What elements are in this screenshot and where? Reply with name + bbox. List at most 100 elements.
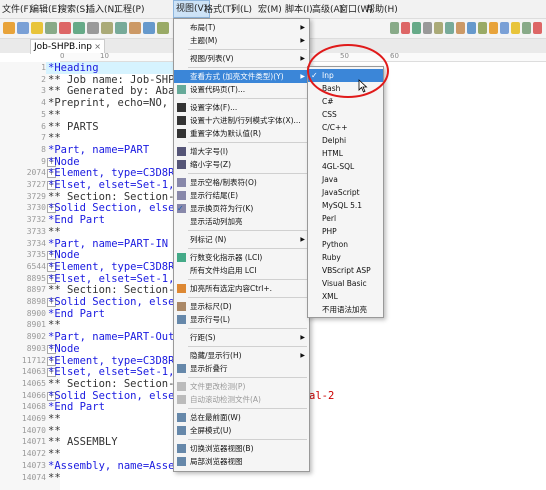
view-menu-item[interactable]: 切换浏览器视图(B) bbox=[174, 442, 309, 455]
view-menu-item[interactable]: 全屏模式(U) bbox=[174, 424, 309, 437]
view-menu-item[interactable]: 显示活动列加亮 bbox=[174, 215, 309, 228]
toolbar-icon[interactable] bbox=[45, 22, 57, 34]
menu-item[interactable]: 帮助(H) bbox=[366, 2, 398, 15]
view-menu-item[interactable]: 加亮所有选定内容Ctrl+. bbox=[174, 282, 309, 295]
submenu-item[interactable]: HTML bbox=[308, 147, 383, 160]
menu-item[interactable]: 脚本(I) bbox=[285, 2, 313, 15]
toolbar-icon[interactable] bbox=[478, 22, 487, 34]
menu-item[interactable]: 格式(T) bbox=[204, 2, 235, 15]
view-menu-item[interactable]: 显示行号(L) bbox=[174, 313, 309, 326]
submenu-item[interactable]: PHP bbox=[308, 225, 383, 238]
view-menu-item[interactable]: 设置十六进制/行列模式字体(X)... bbox=[174, 114, 309, 127]
submenu-item[interactable]: MySQL 5.1 bbox=[308, 199, 383, 212]
view-menu-item[interactable]: 增大字号(I) bbox=[174, 145, 309, 158]
code-line: *Heading bbox=[48, 62, 99, 74]
menu-item[interactable]: 工程(P) bbox=[114, 2, 144, 15]
line-number: 3729 bbox=[26, 191, 46, 201]
submenu-item[interactable]: Perl bbox=[308, 212, 383, 225]
toolbar-icon[interactable] bbox=[445, 22, 454, 34]
submenu-item[interactable]: Delphi bbox=[308, 134, 383, 147]
view-menu-item[interactable]: 显示折叠行 bbox=[174, 362, 309, 375]
toolbar-icon[interactable] bbox=[489, 22, 498, 34]
chevron-right-icon: ▶ bbox=[300, 352, 305, 359]
submenu-item[interactable]: Visual Basic bbox=[308, 277, 383, 290]
view-menu-item[interactable]: 显示行结尾(E) bbox=[174, 189, 309, 202]
menu-item-icon bbox=[177, 302, 186, 311]
view-menu-item[interactable]: 显示空格/制表符(O) bbox=[174, 176, 309, 189]
view-menu-item[interactable]: 局部浏览器视图 bbox=[174, 455, 309, 468]
submenu-item-label: Python bbox=[322, 240, 348, 249]
view-menu-item[interactable]: 设置字体(F)... bbox=[174, 101, 309, 114]
toolbar-icon[interactable] bbox=[129, 22, 141, 34]
submenu-item[interactable]: XML bbox=[308, 290, 383, 303]
submenu-item[interactable]: 4GL-SQL bbox=[308, 160, 383, 173]
toolbar-icon[interactable] bbox=[412, 22, 421, 34]
toolbar-icon[interactable] bbox=[456, 22, 465, 34]
menu-item-label: 显示换页符为行(K) bbox=[190, 204, 254, 213]
view-menu-item[interactable]: 视图/列表(V) ▶ bbox=[174, 52, 309, 65]
submenu-item[interactable]: 不用语法加亮 bbox=[308, 303, 383, 316]
toolbar-icon[interactable] bbox=[73, 22, 85, 34]
view-menu-item[interactable]: 所有文件均启用 LCI bbox=[174, 264, 309, 277]
toolbar-icon[interactable] bbox=[17, 22, 29, 34]
toolbar-icon[interactable] bbox=[59, 22, 71, 34]
menu-item-label: 主题(M) bbox=[190, 36, 218, 45]
view-menu-item[interactable]: 缩小字号(Z) bbox=[174, 158, 309, 171]
toolbar-icon[interactable] bbox=[533, 22, 542, 34]
submenu-item[interactable]: JavaScript bbox=[308, 186, 383, 199]
submenu-item[interactable]: Java bbox=[308, 173, 383, 186]
view-menu-item[interactable]: 列标记 (N) ▶ bbox=[174, 233, 309, 246]
toolbar-icon[interactable] bbox=[101, 22, 113, 34]
toolbar-icon[interactable] bbox=[390, 22, 399, 34]
file-tab[interactable]: Job-SHPB.inp × bbox=[30, 39, 105, 54]
toolbar-icon[interactable] bbox=[31, 22, 43, 34]
code-line: *Part, name=PART-Out bbox=[48, 331, 175, 344]
submenu-item[interactable]: VBScript ASP bbox=[308, 264, 383, 277]
line-number: 4 bbox=[41, 98, 46, 108]
submenu-item[interactable]: CSS bbox=[308, 108, 383, 121]
file-tab-label: Job-SHPB.inp bbox=[34, 42, 92, 52]
submenu-item[interactable]: C/C++ bbox=[308, 121, 383, 134]
submenu-item[interactable]: Python bbox=[308, 238, 383, 251]
toolbar-icon[interactable] bbox=[500, 22, 509, 34]
toolbar-icon[interactable] bbox=[143, 22, 155, 34]
menu-item[interactable]: 搜索(S) bbox=[58, 2, 89, 15]
menu-item[interactable]: 插入(N) bbox=[86, 2, 118, 15]
view-menu-item[interactable]: 行数变化指示器 (LCI) bbox=[174, 251, 309, 264]
menu-item-label: 全屏模式(U) bbox=[190, 426, 232, 435]
view-menu-item[interactable]: 总在最前面(W) bbox=[174, 411, 309, 424]
view-menu-item[interactable]: 布局(T) ▶ bbox=[174, 21, 309, 34]
toolbar-icon[interactable] bbox=[522, 22, 531, 34]
menu-item-icon bbox=[177, 103, 186, 112]
toolbar-icon[interactable] bbox=[511, 22, 520, 34]
submenu-item-label: CSS bbox=[322, 110, 337, 119]
menu-item[interactable]: 文件(F) bbox=[2, 2, 32, 15]
view-menu-item[interactable]: 隐藏/显示行(H) ▶ bbox=[174, 349, 309, 362]
view-menu-item[interactable]: 主题(M) ▶ bbox=[174, 34, 309, 47]
toolbar-icon[interactable] bbox=[467, 22, 476, 34]
line-number: 2 bbox=[41, 74, 46, 84]
code-line: ** Section: Section-2 bbox=[48, 377, 181, 390]
submenu-item-label: 4GL-SQL bbox=[322, 162, 355, 171]
view-menu-item[interactable]: 设置代码页(T)... bbox=[174, 83, 309, 96]
toolbar-icon[interactable] bbox=[3, 22, 15, 34]
toolbar-icon[interactable] bbox=[423, 22, 432, 34]
toolbar-icon[interactable] bbox=[157, 22, 169, 34]
line-number: 5 bbox=[41, 109, 46, 119]
view-menu-item[interactable]: 显示标尺(D) bbox=[174, 300, 309, 313]
view-menu-item[interactable]: ✓ 显示换页符为行(K) bbox=[174, 202, 309, 215]
view-menu-item[interactable]: 查看方式 (加亮文件类型)(Y) ▶ bbox=[174, 70, 309, 83]
menu-item[interactable]: 编辑(E) bbox=[30, 2, 61, 15]
view-menu-item[interactable]: 重置字体为默认值(R) bbox=[174, 127, 309, 140]
menu-item[interactable]: 列(L) bbox=[231, 2, 252, 15]
toolbar-icon[interactable] bbox=[87, 22, 99, 34]
submenu-item-label: Ruby bbox=[322, 253, 341, 262]
submenu-item[interactable]: Ruby bbox=[308, 251, 383, 264]
toolbar-icon[interactable] bbox=[434, 22, 443, 34]
menu-item-label: 视图/列表(V) bbox=[190, 54, 234, 63]
view-menu-item[interactable]: 行距(S) ▶ bbox=[174, 331, 309, 344]
toolbar-icon[interactable] bbox=[401, 22, 410, 34]
toolbar-icon[interactable] bbox=[115, 22, 127, 34]
menu-item[interactable]: 宏(M) bbox=[258, 2, 282, 15]
code-line: ** Generated by: Abaq bbox=[48, 85, 181, 98]
